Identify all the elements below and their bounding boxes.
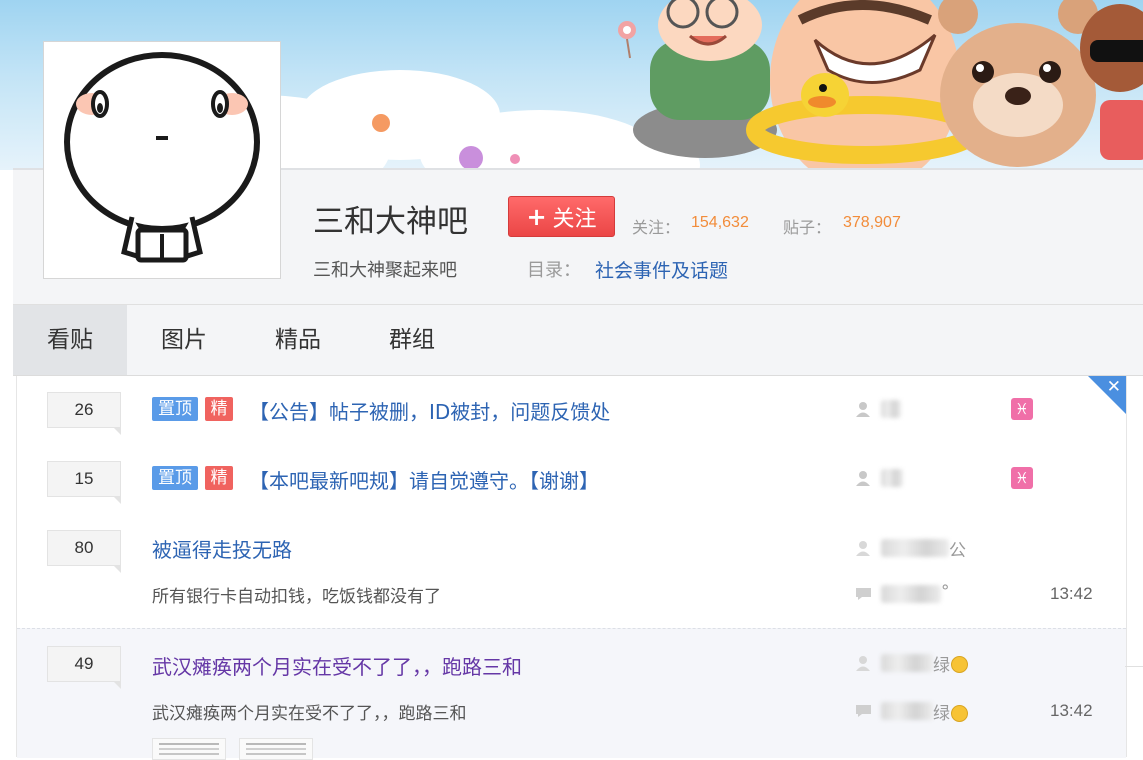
thread-row: 26 置顶 精 【公告】帖子被删，ID被封，问题反馈处 ♓ — [17, 376, 1126, 444]
forum-name: 三和大神吧 — [313, 204, 468, 240]
pisces-icon: ♓ — [1011, 398, 1033, 420]
author-name[interactable] — [881, 469, 903, 487]
thread-title[interactable]: 【本吧最新吧规】请自觉遵守。【谢谢】 — [249, 465, 599, 494]
sad-face-icon — [951, 705, 968, 722]
featured-tag: 精 — [205, 466, 233, 490]
follow-label: 关注 — [552, 206, 597, 232]
directory-link[interactable]: 社会事件及话题 — [595, 256, 728, 283]
reply-count: 15 — [47, 461, 121, 504]
forum-avatar[interactable] — [43, 41, 281, 279]
thread-abstract: 武汉瘫痪两个月实在受不了了，，跑路三和 — [152, 704, 467, 724]
thread-row: 49 武汉瘫痪两个月实在受不了了，，跑路三和 武汉瘫痪两个月实在受不了了，，跑路… — [17, 628, 1126, 760]
last-reply-time: 13:42 — [1050, 584, 1093, 603]
user-icon — [856, 402, 870, 417]
thread-title[interactable]: 被逼得走投无路 — [152, 534, 292, 563]
cartoon-illustration — [618, 0, 1143, 170]
user-icon — [856, 541, 870, 556]
author-name-tail: 绿 — [933, 656, 950, 676]
tab-featured[interactable]: 精品 — [241, 305, 355, 375]
last-reply-name[interactable] — [881, 702, 933, 720]
user-icon — [856, 471, 870, 486]
last-reply-name-tail: ° — [941, 582, 950, 602]
thread-abstract: 所有银行卡自动扣钱，吃饭钱都没有了 — [152, 587, 441, 607]
thread-title[interactable]: 【公告】帖子被删，ID被封，问题反馈处 — [249, 396, 610, 425]
sticky-tag: 置顶 — [152, 466, 198, 490]
forum-slogan: 三和大神聚起来吧 — [313, 260, 457, 281]
tab-view-posts[interactable]: 看贴 — [13, 305, 127, 375]
reply-count: 26 — [47, 392, 121, 435]
reply-count: 49 — [47, 646, 121, 689]
tab-pictures[interactable]: 图片 — [127, 305, 241, 375]
user-icon — [856, 656, 870, 671]
forum-tab-bar: 看贴 图片 精品 群组 — [13, 304, 1143, 376]
last-reply-time: 13:42 — [1050, 701, 1093, 720]
reply-icon — [856, 705, 871, 717]
sad-face-icon — [951, 656, 968, 673]
posts-count: 378,907 — [843, 214, 901, 231]
sticky-tag: 置顶 — [152, 397, 198, 421]
plus-icon: + — [526, 202, 547, 231]
last-reply-name[interactable] — [881, 585, 941, 603]
directory-label: 目录： — [527, 260, 581, 281]
pisces-icon: ♓ — [1011, 467, 1033, 489]
featured-tag: 精 — [205, 397, 233, 421]
reply-count: 80 — [47, 530, 121, 573]
author-name[interactable] — [881, 400, 901, 418]
followers-label: 关注： — [632, 218, 681, 237]
follow-button[interactable]: + 关注 — [508, 196, 615, 237]
followers-count: 154,632 — [691, 214, 749, 231]
thread-list: ✕ 26 置顶 精 【公告】帖子被删，ID被封，问题反馈处 ♓ 15 置顶 精 … — [16, 376, 1127, 760]
avatar-face-icon — [64, 52, 260, 263]
thread-title[interactable]: 武汉瘫痪两个月实在受不了了，，跑路三和 — [152, 651, 522, 680]
author-name[interactable] — [881, 654, 933, 672]
thread-row: 80 被逼得走投无路 所有银行卡自动扣钱，吃饭钱都没有了 公 ° 13:42 — [17, 514, 1126, 628]
thread-row: 15 置顶 精 【本吧最新吧规】请自觉遵守。【谢谢】 ♓ — [17, 444, 1126, 514]
posts-label: 贴子： — [783, 218, 832, 237]
last-reply-name-tail: 绿 — [933, 704, 950, 724]
reply-icon — [856, 588, 871, 600]
author-name-tail: 公 — [949, 541, 966, 561]
author-name[interactable] — [881, 539, 949, 557]
tab-groups[interactable]: 群组 — [355, 305, 469, 375]
divider — [1125, 666, 1143, 667]
